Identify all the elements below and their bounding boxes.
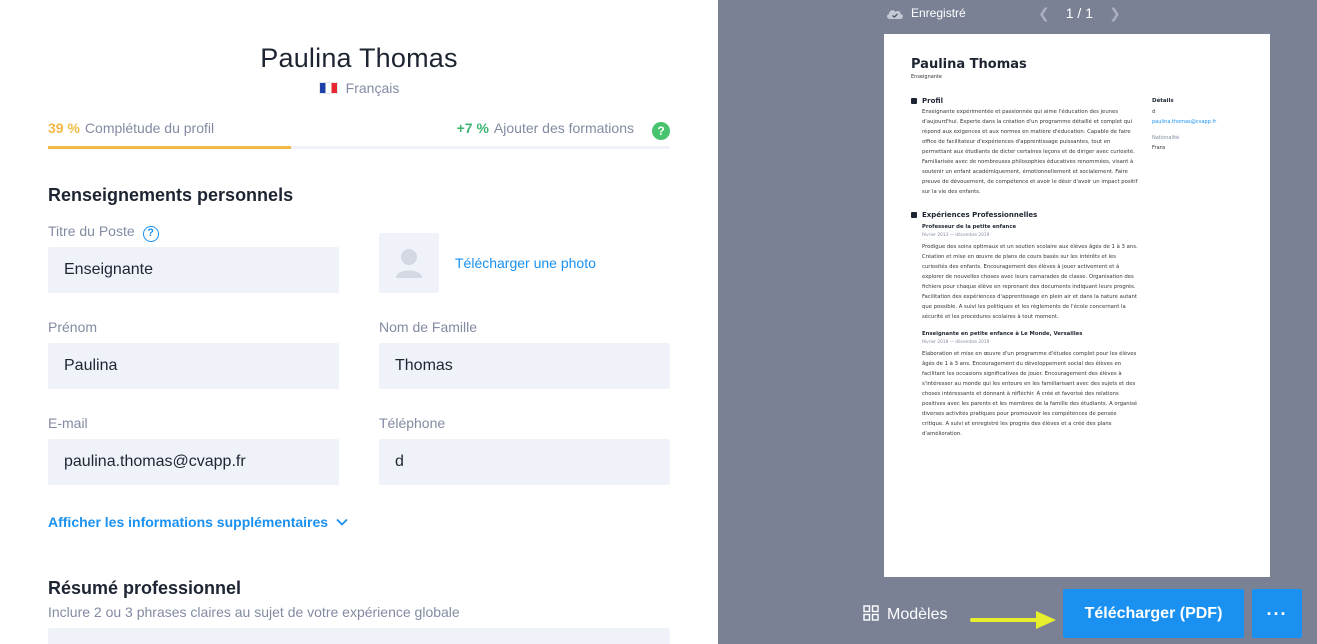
show-more-info-text: Afficher les informations supplémentaire… [48,514,329,530]
completion-percent: 39 % [48,120,80,136]
resume-profile-heading: Profil [922,97,943,105]
completion-progress-fill [48,146,291,149]
summary-section-title: Résumé professionnel [48,578,242,598]
profile-person-icon [911,98,917,104]
resume-name: Paulina Thomas [911,57,1027,72]
help-icon[interactable]: ? [652,122,670,140]
chevron-right-icon[interactable]: ❯ [1109,5,1121,21]
job-title-input[interactable] [48,247,339,293]
experience-briefcase-icon [911,212,917,218]
resume-role: Enseignante [911,74,943,80]
resume-experience-heading: Expériences Professionnelles [922,211,1038,219]
resume-job-title: Enseignante en petite enfance à Le Monde… [922,331,1083,337]
show-more-info-link[interactable]: Afficher les informations supplémentaire… [48,514,348,530]
completion-label: Complétude du profil [84,120,215,136]
first-name-label: Prénom [48,319,98,335]
yellow-arrow-icon [970,611,1056,629]
bonus-percent: +7 % [456,120,489,136]
page-navigation: ❮ 1 / 1 ❯ [1038,5,1121,22]
completion-progress-bar [48,146,670,149]
chevron-down-icon [336,518,348,526]
last-name-input[interactable] [379,343,670,389]
completion-tip[interactable]: +7 % Ajouter des formations? [457,120,670,140]
resume-job-title: Professeur de la petite enfance [922,224,1017,230]
question-icon[interactable]: ? [142,226,159,242]
phone-input[interactable] [379,439,670,485]
french-flag-icon [318,82,338,94]
resume-page[interactable]: Paulina Thomas Enseignante Profil Enseig… [884,34,1270,577]
profile-completion-row: 39 % Complétude du profil +7 % Ajouter des… [48,120,670,140]
resume-job-description: Elaboration et mise en œuvre d'un progra… [922,351,1138,437]
resume-nationality-value: Frans [1152,145,1166,151]
more-options-button[interactable]: ··· [1252,589,1302,638]
first-name-input[interactable] [48,343,339,389]
email-input[interactable] [48,439,339,485]
language-label: Français [345,80,400,96]
save-status-text: Enregistré [911,6,966,20]
grid-icon [863,605,879,621]
summary-subtitle: Inclure 2 ou 3 phrases claires au sujet … [48,604,460,620]
language-selector[interactable]: Français [0,80,718,96]
page-indicator: 1 / 1 [1065,5,1093,21]
resume-editor: Paulina Thomas Français 39 % Complétude d… [0,0,718,644]
photo-placeholder[interactable] [379,233,439,293]
chevron-left-icon[interactable]: ❮ [1038,5,1050,21]
templates-button[interactable]: Modèles [863,605,947,624]
upload-photo-link[interactable]: Télécharger une photo [455,255,596,271]
resume-details-email: paulina.thomas@cvapp.fr [1152,119,1217,125]
resume-details-heading: Détails [1152,98,1174,104]
resume-job-dates: février 2018 — décembre 2019 [922,340,990,345]
phone-label: Téléphone [379,415,446,431]
resume-profile-text: Enseignante expérimentée et passionnée q… [922,109,1138,195]
save-status: Enregistré [885,6,966,20]
resume-preview-panel: Enregistré ❮ 1 / 1 ❯ Paulina Thomas Enseig… [718,0,1317,644]
job-title-label-text: Titre du Poste [48,223,135,239]
cloud-check-icon [887,10,903,19]
user-silhouette-icon [396,249,422,278]
resume-details-phone: d [1152,109,1156,115]
job-title-label: Titre du Poste? [48,223,159,242]
resume-name-title[interactable]: Paulina Thomas [0,43,718,74]
download-pdf-button[interactable]: Télécharger (PDF) [1063,589,1244,638]
resume-job-description: Prodigue des soins optimaux et un soutie… [922,244,1138,320]
bonus-label: Ajouter des formations [493,120,634,136]
personal-info-section-title: Renseignements personnels [48,185,294,205]
resume-nationality-label: Nationalité [1152,135,1180,141]
templates-label: Modèles [887,606,948,623]
last-name-label: Nom de Famille [379,319,478,335]
summary-editor[interactable] [48,628,670,644]
resume-job-dates: février 2013 — décembre 2019 [922,233,990,238]
email-label: E-mail [48,415,88,431]
